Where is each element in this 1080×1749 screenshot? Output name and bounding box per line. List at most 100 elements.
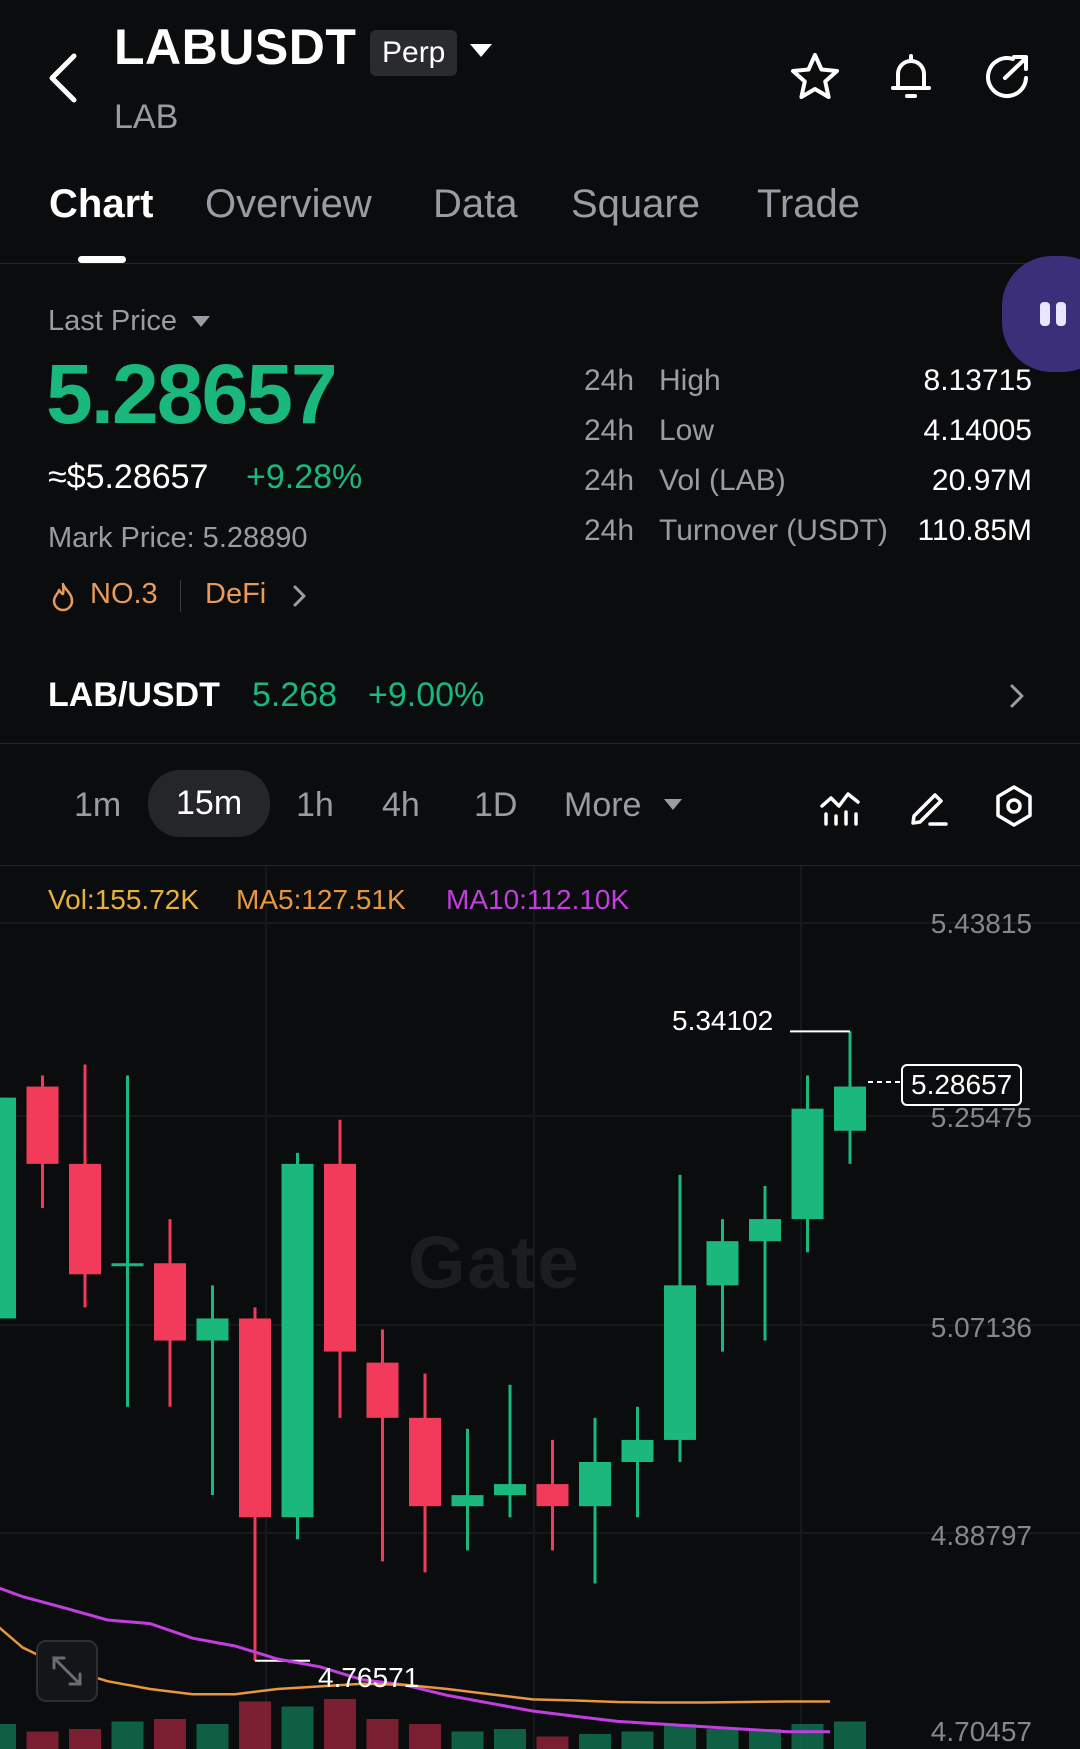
- assistant-eye-icon: [1056, 302, 1066, 326]
- fire-icon: [52, 582, 74, 612]
- volume-bar: [451, 1731, 484, 1749]
- y-axis-label: 4.88797: [930, 1520, 1032, 1551]
- ma10-line: [0, 1586, 830, 1734]
- stat-name-vol: Vol (LAB): [659, 464, 786, 497]
- stat-period: 24h: [584, 414, 635, 447]
- spot-pair-chevron-icon[interactable]: [1005, 680, 1029, 712]
- candle-body: [409, 1417, 441, 1507]
- candle-body: [154, 1263, 186, 1341]
- volume-bar: [791, 1724, 824, 1749]
- symbol-dropdown-caret-icon[interactable]: [470, 44, 492, 57]
- draw-pen-icon[interactable]: [906, 784, 950, 828]
- y-axis-label: 5.43815: [930, 908, 1032, 939]
- symbol-subtitle: LAB: [114, 98, 179, 136]
- candle-body: [196, 1318, 229, 1341]
- y-axis-label: 5.25475: [930, 1102, 1032, 1133]
- current-price-tag: 5.28657: [901, 1064, 1023, 1106]
- y-axis-label: 5.07136: [930, 1312, 1032, 1343]
- price-change-percent: +9.28%: [246, 458, 363, 496]
- volume-bar: [0, 1724, 16, 1749]
- volume-bar: [26, 1731, 59, 1749]
- indicators-icon[interactable]: [818, 784, 862, 828]
- tab-chart[interactable]: Chart: [49, 182, 153, 227]
- timeframe-1d[interactable]: 1D: [474, 786, 517, 825]
- volume-bar: [366, 1719, 399, 1749]
- tag-separator: [180, 580, 181, 612]
- candle-body: [69, 1163, 101, 1275]
- stat-period: 24h: [584, 364, 635, 397]
- candle-body: [791, 1108, 824, 1220]
- candle-body: [664, 1285, 696, 1440]
- price-type-caret-icon[interactable]: [192, 316, 210, 327]
- tabs-divider: [0, 263, 1080, 264]
- tab-data[interactable]: Data: [433, 182, 518, 227]
- timeframe-1m[interactable]: 1m: [74, 786, 121, 825]
- candle-body: [494, 1484, 526, 1496]
- volume-bar: [536, 1736, 569, 1749]
- more-caret-icon[interactable]: [664, 799, 682, 810]
- header-bar: LABUSDT Perp LAB: [0, 0, 1080, 160]
- candle-body: [536, 1484, 569, 1507]
- gate-watermark: Gate: [408, 1221, 581, 1304]
- bell-icon[interactable]: [884, 50, 938, 104]
- expand-chart-button[interactable]: [36, 1640, 98, 1702]
- symbol-title[interactable]: LABUSDT: [114, 18, 356, 76]
- stat-value-high: 8.13715: [923, 364, 1032, 397]
- volume-bar: [69, 1729, 101, 1749]
- share-icon[interactable]: [980, 50, 1034, 104]
- candle-body: [834, 1086, 866, 1131]
- spot-pair-name[interactable]: LAB/USDT: [48, 676, 220, 715]
- volume-bar: [706, 1729, 739, 1749]
- timeframe-15m[interactable]: 15m: [148, 770, 271, 837]
- volume-bar: [154, 1719, 186, 1749]
- candle-body: [324, 1163, 356, 1352]
- timeframe-1h[interactable]: 1h: [296, 786, 334, 825]
- candlestick-chart[interactable]: [0, 866, 1080, 1749]
- stat-value-vol: 20.97M: [931, 464, 1032, 497]
- legend-ma5: MA5:127.51K: [236, 884, 406, 915]
- volume-bar: [196, 1724, 229, 1749]
- y-axis-label: 4.70457: [930, 1716, 1032, 1747]
- candle-body: [621, 1439, 654, 1463]
- category-chevron-icon[interactable]: [288, 582, 310, 610]
- volume-bar: [834, 1721, 866, 1749]
- stat-name-low: Low: [659, 414, 715, 447]
- chart-settings-icon[interactable]: [992, 784, 1036, 828]
- contract-type-badge[interactable]: Perp: [370, 30, 458, 76]
- tab-square[interactable]: Square: [571, 182, 700, 227]
- active-tab-indicator: [78, 256, 126, 263]
- stat-value-low: 4.14005: [923, 414, 1032, 447]
- volume-bar: [621, 1731, 654, 1749]
- tab-overview[interactable]: Overview: [205, 182, 372, 227]
- candle-body: [111, 1263, 144, 1267]
- spot-pair-price: 5.268: [252, 676, 338, 714]
- category-tag[interactable]: DeFi: [205, 578, 266, 611]
- timeframe-more[interactable]: More: [564, 786, 641, 825]
- stat-period: 24h: [584, 464, 635, 497]
- tab-trade[interactable]: Trade: [757, 182, 860, 227]
- last-price-label[interactable]: Last Price: [48, 305, 177, 338]
- star-icon[interactable]: [788, 50, 842, 104]
- candle-body: [281, 1163, 314, 1518]
- volume-bar: [579, 1734, 611, 1749]
- volume-bar: [239, 1701, 271, 1749]
- low-marker-label: 4.76571: [318, 1662, 420, 1693]
- candle-body: [239, 1318, 271, 1518]
- candle-body: [451, 1495, 484, 1507]
- last-price-value: 5.28657: [46, 347, 338, 441]
- timeframe-4h[interactable]: 4h: [382, 786, 420, 825]
- legend-vol: Vol:155.72K: [48, 884, 200, 915]
- stat-name-high: High: [659, 364, 721, 397]
- candle-body: [706, 1241, 739, 1286]
- volume-bar: [409, 1724, 441, 1749]
- stat-period: 24h: [584, 514, 635, 547]
- back-arrow-icon[interactable]: [44, 48, 84, 108]
- assistant-eye-icon: [1040, 302, 1050, 326]
- hot-rank[interactable]: NO.3: [90, 578, 158, 611]
- volume-bar: [281, 1706, 314, 1749]
- legend-ma10: MA10:112.10K: [446, 884, 630, 915]
- high-marker-label: 5.34102: [672, 1005, 774, 1036]
- candle-body: [749, 1219, 781, 1242]
- candle-body: [366, 1362, 399, 1418]
- volume-bar: [494, 1729, 526, 1749]
